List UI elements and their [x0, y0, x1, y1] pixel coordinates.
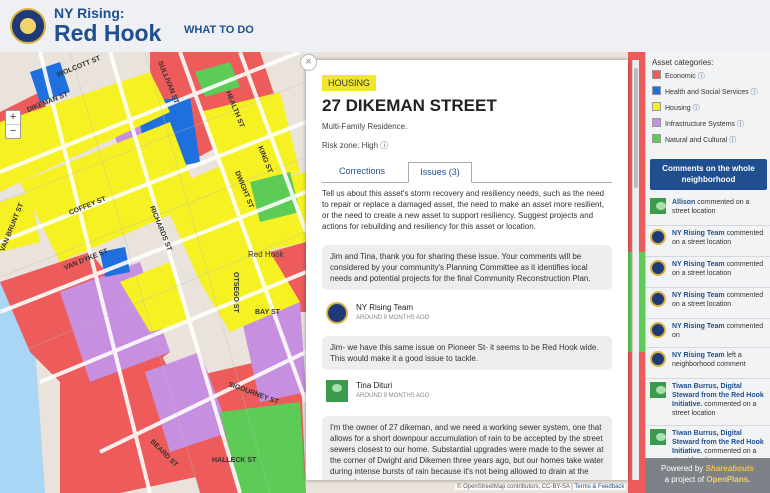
terms-feedback-link[interactable]: Terms & Feedback — [574, 484, 624, 490]
divider — [646, 378, 770, 379]
legend-swatch — [652, 86, 661, 95]
info-icon[interactable]: ⓘ — [737, 121, 744, 128]
user-avatar-icon — [650, 382, 666, 398]
legend-label: Economic — [665, 73, 696, 80]
divider — [646, 425, 770, 426]
legend-item-housing[interactable]: Housing ⓘ — [652, 102, 700, 113]
divider — [646, 287, 770, 288]
asset-subtitle: Multi-Family Residence. — [322, 122, 408, 131]
ny-rising-seal-icon — [650, 322, 666, 338]
divider — [646, 225, 770, 226]
close-panel-button[interactable]: × — [300, 54, 317, 71]
legend-swatch — [652, 134, 661, 143]
feed-name: Allison — [672, 199, 696, 206]
ny-rising-seal-icon — [650, 291, 666, 307]
legend-item-natural[interactable]: Natural and Cultural ⓘ — [652, 134, 736, 145]
comment-bubble: Jim- we have this same issue on Pioneer … — [322, 336, 612, 370]
info-icon[interactable]: ⓘ — [698, 73, 705, 80]
comment-time: AROUND 9 MONTHS AGO — [356, 315, 430, 321]
brand-line1: NY Rising: — [54, 5, 125, 21]
nav-what-to-do[interactable]: WHAT TO DO — [184, 24, 254, 36]
openplans-logo[interactable]: OpenPlans. — [706, 475, 750, 484]
legend-swatch — [652, 102, 661, 111]
ny-rising-seal-icon — [650, 351, 666, 367]
zoom-control: + − — [5, 110, 21, 139]
divider — [646, 318, 770, 319]
street-label: BAY ST — [255, 309, 281, 316]
shareabouts-logo[interactable]: Shareabouts — [706, 464, 754, 473]
zoom-out-button[interactable]: − — [6, 124, 20, 138]
street-label: HALLECK ST — [212, 457, 257, 464]
legend-swatch — [652, 118, 661, 127]
panel-tabs: Corrections Issues (3) — [322, 162, 612, 183]
zoom-in-button[interactable]: + — [6, 111, 20, 124]
author-name: Tina Dituri — [356, 381, 393, 390]
panel-scrollbar[interactable] — [632, 60, 639, 480]
brand-line2: Red Hook — [54, 20, 162, 46]
sidebar: Asset categories: Economic ⓘ Health and … — [645, 52, 770, 493]
user-avatar-icon — [650, 429, 666, 445]
info-icon[interactable]: ⓘ — [693, 105, 700, 112]
powered-by-text: Powered by — [661, 464, 704, 473]
ny-rising-seal-icon — [650, 229, 666, 245]
issues-intro: Tell us about this asset's storm recover… — [322, 189, 605, 231]
project-of-text: a project of — [664, 475, 705, 484]
info-icon[interactable]: ⓘ — [751, 89, 758, 96]
app-header: NY Rising: Red Hook WHAT TO DO — [0, 0, 770, 53]
legend-item-economic[interactable]: Economic ⓘ — [652, 70, 705, 81]
attribution-text: © OpenStreetMap contributors, CC-BY-SA — [457, 484, 570, 490]
feed-name: NY Rising Team — [672, 261, 725, 268]
legend-label: Health and Social Services — [665, 89, 749, 96]
feed-name: NY Rising Team — [672, 323, 725, 330]
legend-label: Natural and Cultural — [665, 137, 728, 144]
ny-rising-seal-logo[interactable] — [10, 8, 46, 44]
author-name: NY Rising Team — [356, 303, 414, 312]
legend-label: Infrastructure Systems — [665, 121, 736, 128]
legend-item-health[interactable]: Health and Social Services ⓘ — [652, 86, 758, 97]
info-icon[interactable]: ⓘ — [729, 137, 736, 144]
tab-corrections[interactable]: Corrections — [322, 162, 402, 181]
ny-rising-seal-icon — [650, 260, 666, 276]
asset-detail-panel: HOUSING 27 DIKEMAN STREET Multi-Family R… — [306, 60, 628, 480]
legend-item-infrastructure[interactable]: Infrastructure Systems ⓘ — [652, 118, 744, 129]
neighborhood-comments-button[interactable]: Comments on the whole neighborhood — [650, 159, 767, 190]
place-label: Red Hook — [248, 250, 285, 259]
feed-name: NY Rising Team — [672, 292, 725, 299]
ny-rising-seal-icon — [326, 302, 348, 324]
feed-name: NY Rising Team — [672, 352, 725, 359]
category-tag: HOUSING — [322, 75, 377, 91]
legend-label: Housing — [665, 105, 691, 112]
comment-time: AROUND 9 MONTHS AGO — [356, 393, 430, 399]
scrollbar-thumb[interactable] — [634, 68, 638, 188]
map-attribution: © OpenStreetMap contributors, CC-BY-SA |… — [455, 484, 627, 490]
asset-title: 27 DIKEMAN STREET — [322, 96, 497, 115]
legend-swatch — [652, 70, 661, 79]
comment-bubble: I'm the owner of 27 dikeman, and we need… — [322, 416, 612, 480]
legend-title: Asset categories: — [652, 58, 714, 67]
divider — [646, 347, 770, 348]
tab-issues[interactable]: Issues (3) — [408, 162, 472, 183]
sidebar-footer: Powered by Shareabouts a project of Open… — [645, 458, 770, 493]
comment-bubble: Jim and Tina, thank you for sharing thes… — [322, 245, 612, 290]
feed-name: NY Rising Team — [672, 230, 725, 237]
user-avatar-icon — [650, 198, 666, 214]
user-avatar-icon — [326, 380, 348, 402]
divider — [646, 256, 770, 257]
brand-title[interactable]: NY Rising: Red Hook — [54, 6, 161, 45]
risk-zone[interactable]: Risk zone: High ⓘ — [322, 140, 388, 151]
street-label: OTSEGO ST — [232, 272, 239, 314]
